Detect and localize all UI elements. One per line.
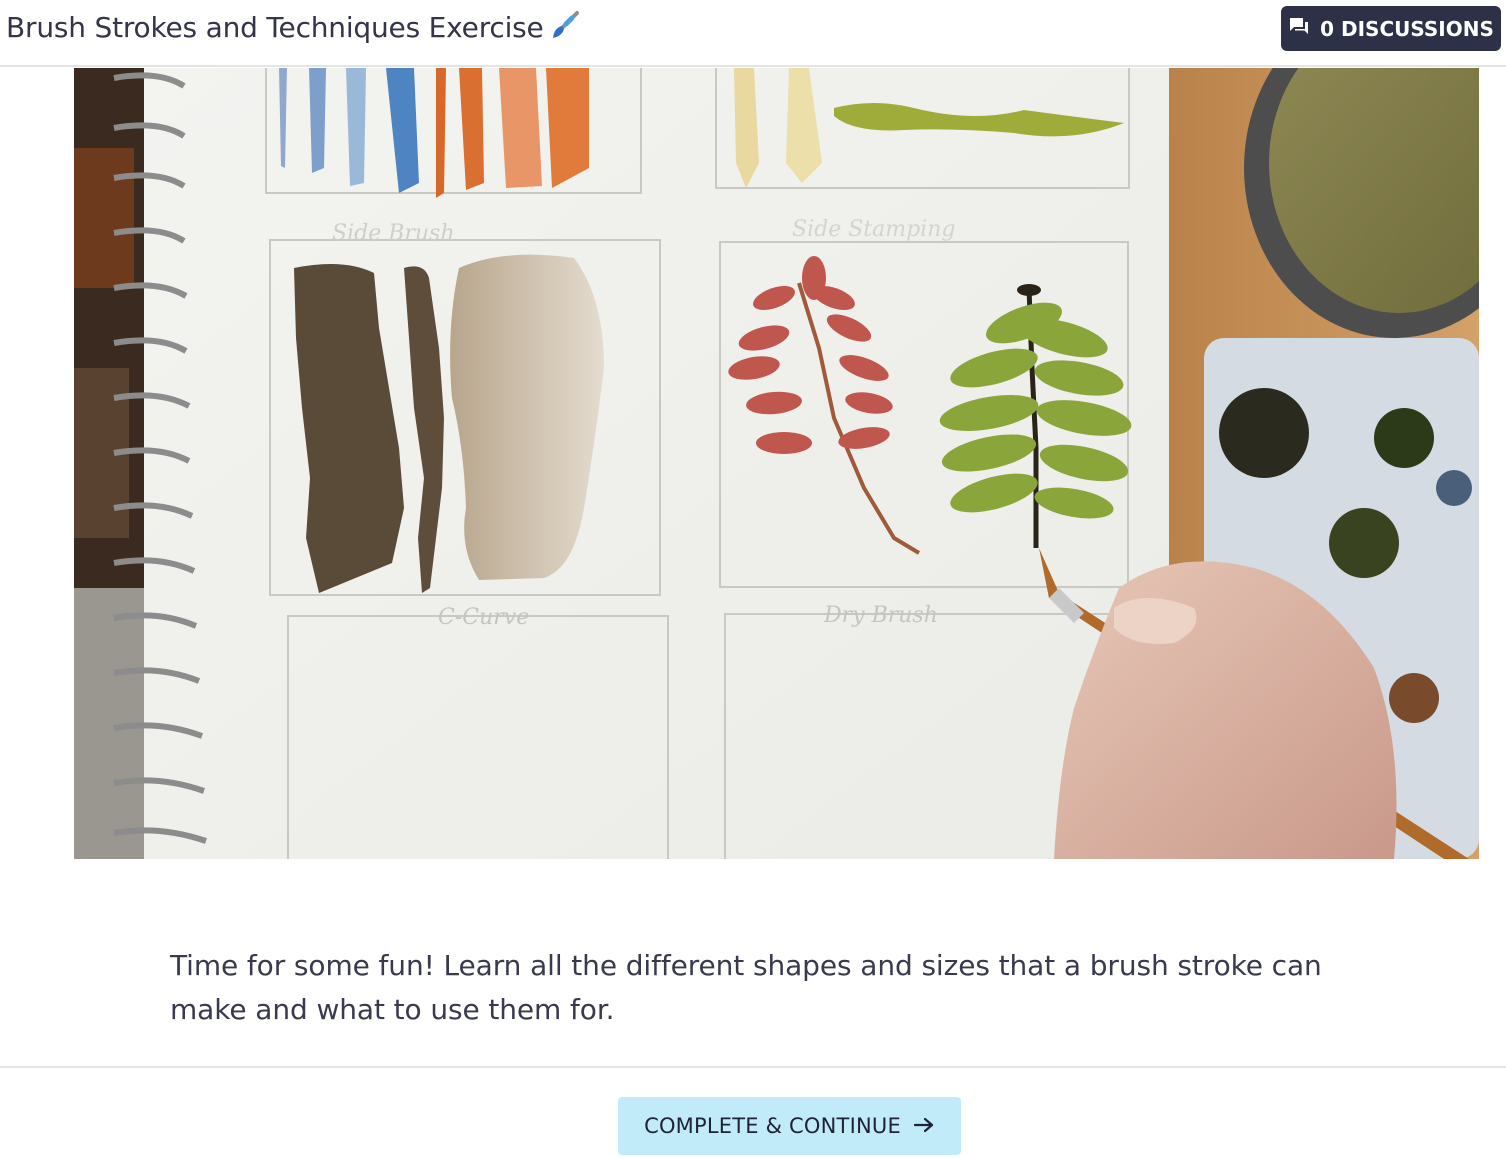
paintbrush-icon — [550, 10, 580, 50]
discussions-label: 0 DISCUSSIONS — [1320, 16, 1494, 41]
lesson-header: Brush Strokes and Techniques Exercise 0 … — [0, 0, 1506, 67]
watercolor-sketchbook-image: Side Brush Side Stamping C-Curve Dry Bru… — [74, 68, 1479, 859]
lesson-title: Brush Strokes and Techniques Exercise — [6, 11, 544, 44]
sketch-label-side-brush: Side Brush — [332, 221, 455, 246]
footer-divider — [0, 1066, 1506, 1068]
lesson-description: Time for some fun! Learn all the differe… — [170, 949, 1322, 1026]
chat-icon — [1288, 15, 1310, 42]
lesson-title-row: Brush Strokes and Techniques Exercise — [6, 9, 580, 50]
complete-continue-label: COMPLETE & CONTINUE — [644, 1114, 901, 1138]
sketch-label-c-curve: C-Curve — [438, 605, 529, 630]
lesson-video-frame[interactable]: Side Brush Side Stamping C-Curve Dry Bru… — [74, 68, 1479, 859]
arrow-right-icon — [913, 1114, 935, 1138]
sketch-label-side-stamping: Side Stamping — [792, 217, 955, 242]
discussions-button[interactable]: 0 DISCUSSIONS — [1281, 6, 1501, 51]
lesson-page: Brush Strokes and Techniques Exercise 0 … — [0, 0, 1506, 1158]
complete-continue-button[interactable]: COMPLETE & CONTINUE — [618, 1097, 961, 1155]
sketch-label-dry-brush: Dry Brush — [823, 603, 938, 628]
